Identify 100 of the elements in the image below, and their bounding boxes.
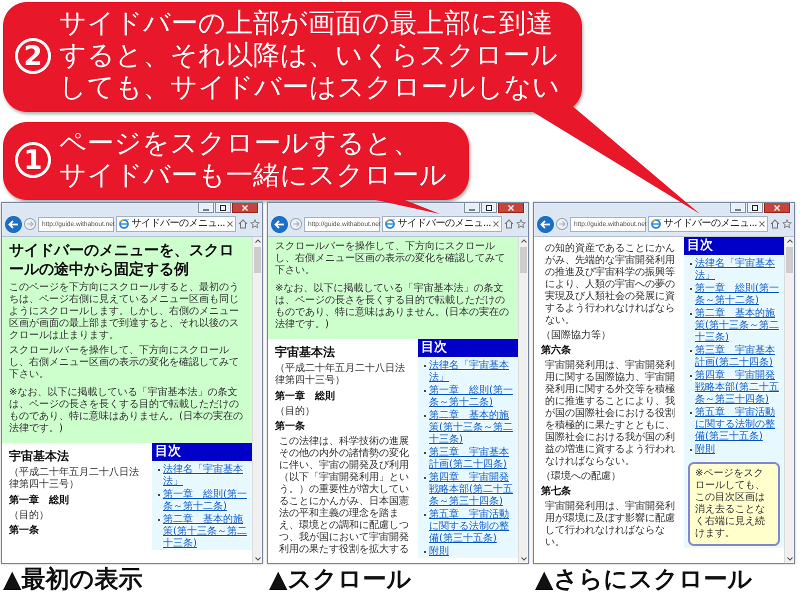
page-title: サイドバーのメニューを、スクロールの途中から固定する例: [9, 241, 235, 279]
minimize-button[interactable]: [730, 203, 746, 213]
callout-text: サイドバーの上部が画面の最上部に到達: [59, 8, 554, 40]
back-button[interactable]: [5, 216, 22, 232]
sidebar-heading: 目次: [418, 339, 518, 357]
back-button[interactable]: [271, 216, 288, 232]
right-arrow-icon: [292, 221, 300, 227]
browser-logo-icon: [119, 219, 130, 229]
down-caret-icon: [786, 557, 792, 561]
tab-title: サイドバーのメニュ...: [131, 219, 225, 229]
step-number: 2: [15, 38, 51, 74]
close-icon: [507, 204, 515, 210]
maximize-icon: [219, 204, 227, 210]
scrollbar[interactable]: [784, 237, 794, 563]
home-icon[interactable]: [770, 219, 780, 229]
left-arrow-icon: [540, 220, 551, 228]
browser-logo-icon: [651, 219, 662, 229]
callout-text: すると、それ以降は、いくらスクロール: [59, 40, 559, 72]
toc-link[interactable]: 第五章 宇宙活動に関する法制の整備(第三十五条): [429, 509, 516, 545]
law-title: 宇宙基本法: [9, 449, 70, 464]
toc-link[interactable]: 第二章 基本的施策(第十三条～第二十三条): [429, 410, 516, 446]
star-icon[interactable]: [250, 219, 260, 229]
toc-link[interactable]: 第三章 宇宙基本計画(第二十四条): [695, 345, 782, 369]
home-icon[interactable]: [238, 219, 248, 229]
tab-title: サイドバーのメニュ...: [397, 219, 491, 229]
close-icon[interactable]: [227, 221, 233, 227]
chapter-heading: 第一章 総則: [9, 494, 70, 507]
up-caret-icon: [520, 239, 526, 243]
maximize-button[interactable]: [481, 203, 497, 213]
down-caret-icon: [520, 557, 526, 561]
home-icon[interactable]: [504, 219, 514, 229]
article-caption: （環境への配慮）: [541, 471, 622, 483]
article-number: 第一条: [275, 421, 306, 433]
note-text: ※なお、以下に掲載している「宇宙基本法」の条文は、ページの長さを長くする目的で転載しただけのものであり、特に意味はありません。(日本の実在の法律です。): [275, 283, 510, 331]
minimize-button[interactable]: [464, 203, 480, 213]
toc-link[interactable]: 附則: [695, 444, 715, 456]
chapter-heading: 第一章 総則: [275, 390, 336, 403]
browser-tab[interactable]: サイドバーのメニュ...: [116, 216, 236, 232]
scrollbar-thumb[interactable]: [520, 247, 527, 273]
back-button[interactable]: [537, 216, 554, 232]
close-icon[interactable]: [759, 221, 765, 227]
note-text: ※なお、以下に掲載している「宇宙基本法」の条文は、ページの長さを長くする目的で転載しただけのものであり、特に意味はありません。(日本の実在の法律です。): [9, 387, 244, 435]
intro-text: このページを下方向にスクロールすると、最初のうちは、ページ右側に見えているメニュー区画も同じようにスクロールします。しかし、右側のメニュー区画が画面の最上部まで到達すると、それ以後のスクロールは止まります。: [9, 282, 240, 342]
scrollbar[interactable]: [518, 237, 528, 563]
law-number: （平成二十年五月二十八日法律第四十三号）: [275, 363, 406, 387]
screenshot-caption: ▲スクロール: [268, 564, 412, 594]
close-icon: [773, 204, 781, 210]
sidebar-heading: 目次: [152, 443, 252, 461]
article-text: の知的資産であることにかんがみ、先端的な宇宙開発利用の推進及び宇宙科学の振興等により、人類の宇宙への夢の実現及び人類社会の発展に資するよう行われなければならない。: [544, 243, 676, 327]
step-number: 1: [15, 142, 51, 178]
browser-logo-icon: [385, 219, 396, 229]
toc-link[interactable]: 第三章 宇宙基本計画(第二十四条): [429, 447, 516, 471]
toc-link[interactable]: 第四章 宇宙開発戦略本部(第二十五条～第三十四条): [429, 472, 516, 508]
toc-link[interactable]: 法律名「宇宙基本法」: [429, 360, 516, 384]
screenshot-caption: ▲さらにスクロール: [534, 564, 752, 594]
right-arrow-icon: [558, 221, 566, 227]
article-number: 第七条: [541, 486, 572, 498]
right-arrow-icon: [26, 221, 34, 227]
scrollbar[interactable]: [252, 237, 262, 563]
toc-link[interactable]: 第四章 宇宙開発戦略本部(第二十五条～第三十四条): [695, 370, 782, 406]
up-caret-icon: [786, 239, 792, 243]
toc-link[interactable]: 第一章 総則(第一条～第十二条): [163, 489, 250, 513]
article-number: 第六条: [541, 345, 572, 357]
toc-link[interactable]: 第一章 総則(第一条～第十二条): [695, 283, 782, 307]
article-text: この法律は、科学技術の進展その他の内外の諸情勢の変化に伴い、宇宙の開発及び利用（以下「宇宙開発利用」という。）の重要性が増大していることにかんがみ、日本国憲法の平和主義の理念を踏まえ、環境との調和に配慮しつつ、我が国において宇宙開発利用の果たす役割を拡大する: [278, 436, 410, 556]
close-button[interactable]: [498, 203, 524, 213]
maximize-button[interactable]: [215, 203, 231, 213]
toc-link[interactable]: 法律名「宇宙基本法」: [163, 464, 250, 488]
toc-link[interactable]: 法律名「宇宙基本法」: [695, 258, 782, 282]
callout-text: ページをスクロールすると、: [59, 128, 421, 160]
close-button[interactable]: [232, 203, 258, 213]
maximize-button[interactable]: [747, 203, 763, 213]
close-button[interactable]: [764, 203, 790, 213]
screenshot-caption: ▲最初の表示: [2, 564, 142, 594]
toc-link[interactable]: 第二章 基本的施策(第十三条～第二十三条): [163, 514, 250, 550]
law-title: 宇宙基本法: [275, 345, 336, 360]
browser-tab[interactable]: サイドバーのメニュ...: [648, 216, 768, 232]
sidebar-heading: 目次: [684, 237, 784, 255]
law-number: （平成二十年五月二十八日法律第四十三号）: [9, 467, 140, 491]
intro-text: スクロールバーを操作して、下方向にスクロールし、右側メニュー区画の表示の変化を確認してみて下さい。: [275, 241, 506, 277]
sidebar-note: ※ページをスクロールしても、この目次区画は消え去ることなく右端に見え続けます。: [688, 462, 780, 546]
browser-tab[interactable]: サイドバーのメニュ...: [382, 216, 502, 232]
toc-link[interactable]: 第五章 宇宙活動に関する法制の整備(第三十五条): [695, 407, 782, 443]
intro-text: スクロールバーを操作して、下方向にスクロールし、右側メニュー区画の表示の変化を確認してみて下さい。: [9, 345, 240, 381]
maximize-icon: [751, 204, 759, 210]
toc-link[interactable]: 第二章 基本的施策(第十三条～第二十三条): [695, 308, 782, 344]
close-icon[interactable]: [493, 221, 499, 227]
minimize-button[interactable]: [198, 203, 214, 213]
left-arrow-icon: [274, 220, 285, 228]
article-caption: （国際協力等）: [541, 330, 612, 342]
scrollbar-thumb[interactable]: [254, 247, 261, 273]
left-arrow-icon: [8, 220, 19, 228]
toc-link[interactable]: 附則: [429, 546, 449, 558]
scrollbar-thumb[interactable]: [786, 247, 793, 273]
star-icon[interactable]: [516, 219, 526, 229]
star-icon[interactable]: [782, 219, 792, 229]
article-number: 第一条: [9, 525, 40, 537]
article-caption: （目的）: [275, 406, 316, 418]
toc-link[interactable]: 第一章 総則(第一条～第十二条): [429, 385, 516, 409]
article-text: 宇宙開発利用は、宇宙開発利用に関する国際協力、宇宙開発利用に関する外交等を積極的に推進することにより、我が国の国際社会における役割を積極的に果たすとともに、国際社会における我が国の利益の増進に資するよう行われなければならない。: [544, 360, 676, 468]
